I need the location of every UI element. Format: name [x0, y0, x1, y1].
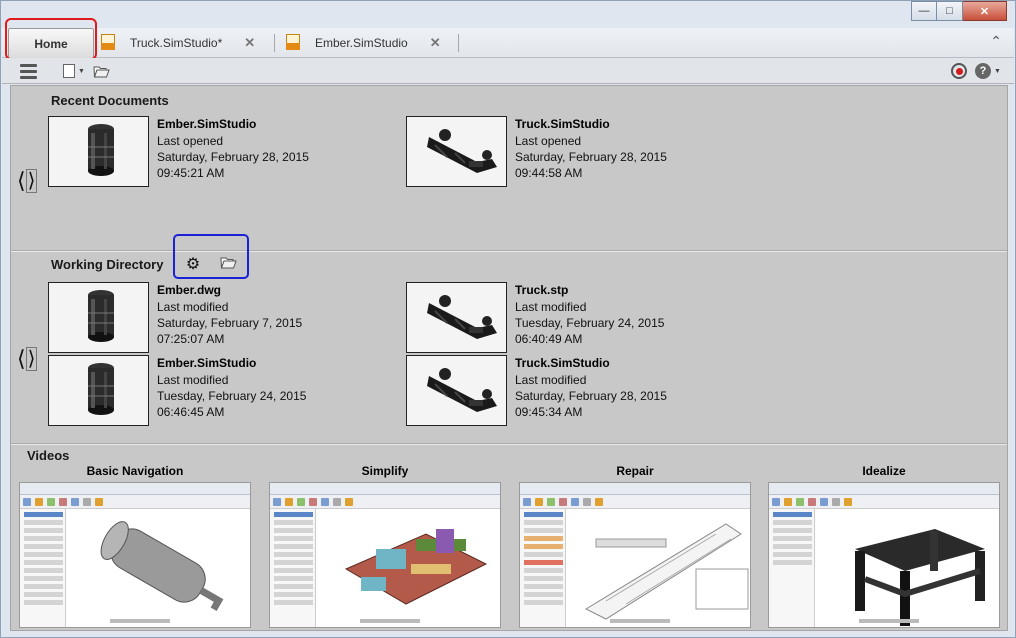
- close-tab-icon[interactable]: ✕: [244, 35, 255, 51]
- simstudio-file-icon: [285, 34, 301, 52]
- open-folder-icon[interactable]: [92, 61, 110, 81]
- video-thumbnail[interactable]: [269, 482, 501, 628]
- document-date: Saturday, February 7, 2015: [157, 316, 303, 330]
- new-document-icon[interactable]: ▼: [60, 61, 88, 81]
- hamburger-menu-icon[interactable]: [18, 61, 38, 81]
- video-thumbnail[interactable]: [768, 482, 1000, 628]
- document-time: 09:45:21 AM: [157, 166, 225, 180]
- document-tab-strip: Home Truck.SimStudio* ✕ Ember.SimStudio …: [2, 28, 1014, 58]
- working-directory-pager[interactable]: ⟨ ⟩: [17, 346, 43, 372]
- document-date: Saturday, February 28, 2015: [157, 150, 309, 164]
- document-name[interactable]: Ember.dwg: [157, 283, 221, 297]
- chevron-left-icon[interactable]: ⟨: [17, 348, 26, 370]
- truck-thumbnail: [406, 116, 507, 187]
- working-file-card[interactable]: Truck.stp Last modified Tuesday, Februar…: [406, 282, 736, 354]
- window-caption-buttons: — □ ✕: [911, 1, 1007, 23]
- video-card[interactable]: Repair: [519, 464, 751, 628]
- document-time: 06:46:45 AM: [157, 405, 225, 419]
- video-thumbnail[interactable]: [19, 482, 251, 628]
- videos-heading: Videos: [27, 448, 70, 463]
- document-status: Last modified: [157, 373, 229, 387]
- toolbar: ▼ ? ▼: [2, 58, 1014, 84]
- working-file-card[interactable]: Ember.SimStudio Last modified Tuesday, F…: [48, 355, 378, 427]
- close-tab-icon[interactable]: ✕: [430, 35, 441, 51]
- home-tab-highlight: [5, 18, 97, 60]
- working-directory-heading: Working Directory: [51, 257, 164, 272]
- close-window-button[interactable]: ✕: [963, 1, 1007, 21]
- document-status: Last opened: [515, 134, 582, 148]
- working-file-card[interactable]: Truck.SimStudio Last modified Saturday, …: [406, 355, 736, 427]
- video-card[interactable]: Idealize: [768, 464, 1000, 628]
- ember-thumbnail: [48, 355, 149, 426]
- record-icon[interactable]: [950, 61, 968, 81]
- document-name[interactable]: Truck.SimStudio: [515, 356, 610, 370]
- section-divider: [11, 443, 1007, 445]
- document-status: Last modified: [515, 373, 587, 387]
- recent-document-card[interactable]: Truck.SimStudio Last opened Saturday, Fe…: [406, 116, 736, 188]
- tab-separator: [274, 34, 275, 52]
- video-title: Basic Navigation: [86, 464, 184, 478]
- document-status: Last opened: [157, 134, 224, 148]
- simstudio-file-icon: [100, 34, 116, 52]
- document-name[interactable]: Truck.stp: [515, 283, 568, 297]
- document-time: 09:44:58 AM: [515, 166, 583, 180]
- document-name[interactable]: Ember.SimStudio: [157, 117, 256, 131]
- video-title: Simplify: [361, 464, 409, 478]
- document-name[interactable]: Ember.SimStudio: [157, 356, 256, 370]
- tab-truck-label: Truck.SimStudio*: [130, 36, 223, 50]
- gear-icon[interactable]: ⚙: [185, 256, 201, 273]
- recent-documents-heading: Recent Documents: [51, 93, 169, 108]
- video-title: Repair: [616, 464, 654, 478]
- chevron-up-icon[interactable]: ⌃: [990, 33, 1002, 50]
- tab-truck-simstudio[interactable]: Truck.SimStudio* ✕: [100, 28, 270, 58]
- minimize-button[interactable]: —: [911, 1, 937, 21]
- document-date: Saturday, February 28, 2015: [515, 150, 667, 164]
- help-icon[interactable]: ? ▼: [974, 61, 1002, 81]
- document-status: Last modified: [157, 300, 229, 314]
- chevron-right-icon[interactable]: ⟩: [25, 169, 38, 193]
- truck-thumbnail: [406, 282, 507, 353]
- ember-thumbnail: [48, 282, 149, 353]
- document-time: 06:40:49 AM: [515, 332, 583, 346]
- recent-pager[interactable]: ⟨ ⟩: [17, 168, 43, 194]
- app-window: — □ ✕ Home Truck.SimStudio* ✕ Ember.SimS…: [0, 0, 1016, 638]
- chevron-left-icon[interactable]: ⟨: [17, 170, 26, 192]
- tab-ember-label: Ember.SimStudio: [315, 36, 408, 50]
- document-name[interactable]: Truck.SimStudio: [515, 117, 610, 131]
- document-date: Tuesday, February 24, 2015: [515, 316, 665, 330]
- open-folder-icon[interactable]: [220, 256, 238, 270]
- document-date: Tuesday, February 24, 2015: [157, 389, 307, 403]
- chevron-right-icon[interactable]: ⟩: [25, 347, 38, 371]
- section-divider: [11, 250, 1007, 252]
- video-title: Idealize: [862, 464, 906, 478]
- video-thumbnail[interactable]: [519, 482, 751, 628]
- home-page: Recent Documents ⟨ ⟩ Ember.SimStudio Last…: [10, 85, 1008, 631]
- document-date: Saturday, February 28, 2015: [515, 389, 667, 403]
- document-status: Last modified: [515, 300, 587, 314]
- video-card[interactable]: Basic Navigation: [19, 464, 251, 628]
- working-file-card[interactable]: Ember.dwg Last modified Saturday, Februa…: [48, 282, 378, 354]
- ember-thumbnail: [48, 116, 149, 187]
- video-card[interactable]: Simplify: [269, 464, 501, 628]
- document-time: 09:45:34 AM: [515, 405, 583, 419]
- maximize-button[interactable]: □: [937, 1, 963, 21]
- tab-separator: [458, 34, 459, 52]
- recent-document-card[interactable]: Ember.SimStudio Last opened Saturday, Fe…: [48, 116, 378, 188]
- tab-ember-simstudio[interactable]: Ember.SimStudio ✕: [285, 28, 455, 58]
- truck-thumbnail: [406, 355, 507, 426]
- document-time: 07:25:07 AM: [157, 332, 225, 346]
